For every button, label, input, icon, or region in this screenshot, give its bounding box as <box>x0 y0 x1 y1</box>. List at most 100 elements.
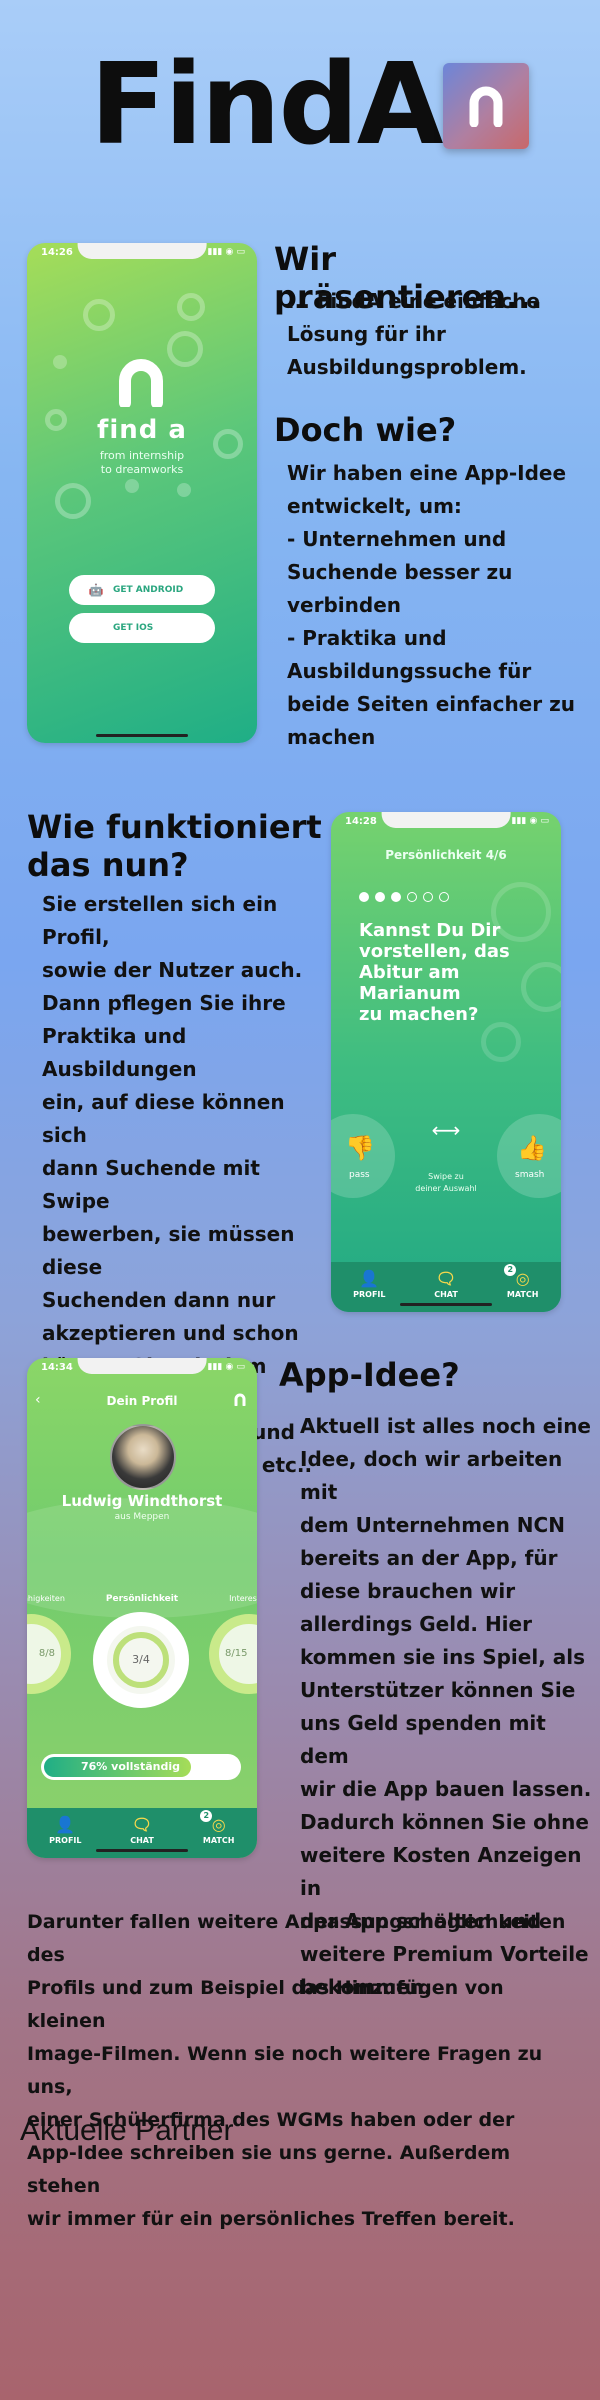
heading-app-idee: App-Idee? <box>279 1356 460 1394</box>
chat-icon: 🗨 <box>435 1269 457 1288</box>
screen-title: Dein Profil <box>106 1394 178 1408</box>
text-line: diese brauchen wir <box>300 1579 516 1603</box>
text-line: weitere Kosten Anzeigen in <box>300 1843 582 1900</box>
get-android-button[interactable]: 🤖 GET ANDROID <box>69 575 215 605</box>
get-ios-label: GET IOS <box>113 623 154 633</box>
score-ring-left[interactable]: 8/8 <box>27 1614 71 1694</box>
text-line: dem Unternehmen NCN <box>300 1513 565 1537</box>
question-text: Kannst Du Dir vorstellen, das Abitur am … <box>359 920 539 1025</box>
intro-paragraph: ... FindA eine einfache Lösung für ihr A… <box>287 285 587 384</box>
text-line: Suchende besser zu <box>287 560 513 584</box>
home-indicator <box>96 734 188 737</box>
text-line: ein, auf diese können sich <box>42 1090 285 1147</box>
tagline-2: to dreamworks <box>100 463 184 476</box>
get-ios-button[interactable]: GET IOS <box>69 613 215 643</box>
score-ring-center[interactable]: 3/4 <box>93 1612 189 1708</box>
brand-name: find a <box>97 415 187 445</box>
status-icons: ▮▮▮ ◉ ▭ <box>207 1362 245 1372</box>
deco-circle <box>481 1022 521 1062</box>
pass-button[interactable]: 👎 pass <box>331 1114 395 1198</box>
tab-label: PROFIL <box>353 1290 386 1299</box>
text-line: Darunter fallen weitere Anpassungsmöglic… <box>27 1911 566 1966</box>
text-line: beide Seiten einfacher zu <box>287 692 575 716</box>
text-line: Dann pflegen Sie ihre <box>42 991 286 1015</box>
tab-profil[interactable]: 👤 PROFIL <box>27 1808 104 1858</box>
text-line: allerdings Geld. Hier <box>300 1612 532 1636</box>
finda-a-icon <box>469 86 503 127</box>
step-dot <box>359 892 369 902</box>
category-right-label: Interess <box>229 1594 257 1603</box>
person-icon: 👤 <box>359 1269 380 1288</box>
tab-profil[interactable]: 👤 PROFIL <box>331 1262 408 1312</box>
heading-doch-wie: Doch wie? <box>274 411 457 449</box>
question-line: Marianum <box>359 983 461 1004</box>
score-ring-right[interactable]: 8/15 <box>209 1614 257 1694</box>
text-line: Image-Filmen. Wenn sie noch weitere Frag… <box>27 2043 543 2098</box>
text-line: Suchenden dann nur <box>42 1288 276 1312</box>
text-line: Praktika und Ausbildungen <box>42 1024 197 1081</box>
text-line: dann Suchende mit Swipe <box>42 1156 260 1213</box>
phone-notch <box>77 1358 207 1374</box>
step-dot <box>423 892 433 902</box>
text-line: Wir haben eine App-Idee <box>287 461 567 485</box>
profile-name: Ludwig Windthorst <box>61 1492 223 1510</box>
status-icons: ▮▮▮ ◉ ▭ <box>207 247 245 257</box>
tab-match[interactable]: ◎ MATCH 2 <box>484 1262 561 1312</box>
question-line: zu machen? <box>359 1004 479 1025</box>
step-dot <box>407 892 417 902</box>
text-line: wir immer für ein persönliches Treffen b… <box>27 2208 515 2230</box>
text-line: Idee, doch wir arbeiten mit <box>300 1447 563 1504</box>
text-line: - Unternehmen und <box>287 527 507 551</box>
score-right: 8/15 <box>225 1648 248 1659</box>
text-line: sowie der Nutzer auch. <box>42 958 303 982</box>
deco-dot <box>177 483 191 497</box>
phone-mockup-swipe: 14:28 ▮▮▮ ◉ ▭ Persönlichkeit 4/6 Kannst … <box>331 812 561 1312</box>
heading-wie-funktioniert-2: das nun? <box>27 846 189 884</box>
finda-a-icon <box>234 1393 246 1406</box>
status-icons: ▮▮▮ ◉ ▭ <box>511 816 549 826</box>
deco-dot <box>53 355 67 369</box>
status-time: 14:28 <box>345 816 377 827</box>
deco-circle <box>83 299 115 331</box>
phone-notch <box>381 812 511 828</box>
deco-circle <box>55 483 91 519</box>
finda-logo-text: FindA <box>90 40 443 170</box>
phone-notch <box>77 243 207 259</box>
text-line: ... FindA eine einfache <box>287 289 540 313</box>
tab-label: MATCH <box>202 1836 235 1845</box>
smash-button[interactable]: 👍 smash <box>497 1114 561 1198</box>
thumbs-up-icon: 👍 <box>517 1134 547 1162</box>
text-line: akzeptieren und schon <box>42 1321 299 1345</box>
swipe-hand-icon: ⟷ <box>431 1118 461 1142</box>
heading-partners: Aktuelle Partner <box>20 2114 234 2147</box>
category-center-label: Persönlichkeit <box>105 1594 179 1604</box>
score-left: 8/8 <box>38 1648 55 1659</box>
text-line: Profils und zum Beispiel das Hinzufügen … <box>27 1977 504 2032</box>
text-line: bewerben, sie müssen diese <box>42 1222 295 1279</box>
text-line: Dadurch können Sie ohne <box>300 1810 589 1834</box>
phone-mockup-profile: 14:34 ▮▮▮ ◉ ▭ ‹ Dein Profil Ludwig Windt… <box>27 1358 257 1858</box>
get-android-label: GET ANDROID <box>113 585 184 595</box>
text-line: uns Geld spenden mit dem <box>300 1711 546 1768</box>
text-line: Ausbildungssuche für <box>287 659 532 683</box>
swipe-hint-1: Swipe zu <box>428 1172 464 1181</box>
deco-circle <box>177 293 205 321</box>
text-line: bereits an der App, für <box>300 1546 558 1570</box>
tab-label: PROFIL <box>49 1836 82 1845</box>
thumbs-down-icon: 👎 <box>345 1134 375 1162</box>
question-line: Kannst Du Dir <box>359 920 501 941</box>
text-line: kommen sie ins Spiel, als <box>300 1645 586 1669</box>
chat-icon: 🗨 <box>131 1815 153 1834</box>
deco-dot <box>125 479 139 493</box>
home-indicator <box>96 1849 188 1852</box>
home-indicator <box>400 1303 492 1306</box>
text-line: - Praktika und <box>287 626 447 650</box>
phone-mockup-start: 14:26 ▮▮▮ ◉ ▭ find a from internship to … <box>27 243 257 743</box>
question-line: vorstellen, das <box>359 941 510 962</box>
completion-progress: 76% vollständig <box>41 1754 241 1780</box>
status-time: 14:34 <box>41 1362 73 1373</box>
question-line: Abitur am <box>359 962 460 983</box>
avatar <box>110 1424 176 1490</box>
page: { "header": { "logo_text": "FindA", "app… <box>0 0 600 2400</box>
tab-match[interactable]: ◎ MATCH 2 <box>180 1808 257 1858</box>
